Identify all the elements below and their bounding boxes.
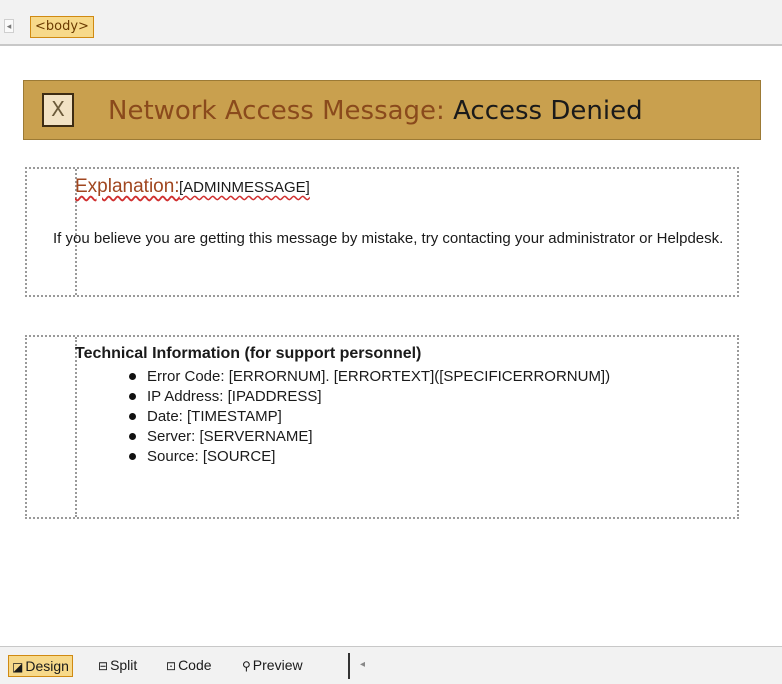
list-item: Error Code: [ERRORNUM]. [ERRORTEXT]([SPE… [127, 367, 610, 387]
tab-preview[interactable]: ⚲ Preview [242, 655, 303, 677]
scroll-left-icon[interactable]: ◂ [360, 659, 365, 670]
explanation-label: Explanation: [75, 176, 180, 197]
explanation-panel: Explanation: [ADMINMESSAGE] If you belie… [25, 167, 739, 297]
title-status: Access Denied [453, 96, 643, 126]
split-icon: ⊟ [98, 659, 109, 673]
close-icon: X [42, 93, 74, 127]
technical-info-panel: Technical Information (for support perso… [25, 335, 739, 519]
tab-design[interactable]: ◪ Design [8, 655, 73, 677]
view-tabs-bar: ◪ Design ⊟ Split ⊡ Code ⚲ Preview ◂ [0, 646, 782, 684]
divider [348, 653, 350, 679]
tab-code[interactable]: ⊡ Code [166, 655, 212, 677]
explanation-text: If you believe you are getting this mess… [53, 230, 724, 247]
tab-split-label: Split [110, 657, 138, 673]
list-item: Source: [SOURCE] [127, 447, 610, 467]
design-icon: ◪ [12, 660, 24, 674]
admin-message-placeholder: [ADMINMESSAGE] [179, 179, 310, 196]
list-item: IP Address: [IPADDRESS] [127, 387, 610, 407]
technical-info-list: Error Code: [ERRORNUM]. [ERRORTEXT]([SPE… [127, 367, 610, 467]
magnifier-icon: ⚲ [242, 659, 251, 673]
technical-info-title: Technical Information (for support perso… [75, 345, 422, 362]
page-title: Network Access Message: Access Denied [108, 95, 643, 127]
tab-design-label: Design [25, 658, 69, 674]
tab-preview-label: Preview [252, 657, 303, 673]
tab-split[interactable]: ⊟ Split [98, 655, 137, 677]
header-banner: X Network Access Message: Access Denied [23, 80, 761, 140]
list-item: Server: [SERVERNAME] [127, 427, 610, 447]
layout-guide [75, 337, 77, 517]
tag-selector-body[interactable]: <body> [30, 16, 94, 38]
title-lead: Network Access Message: [108, 96, 445, 126]
editor-top-bar: ◂ <body> [0, 0, 782, 46]
tab-code-label: Code [178, 657, 212, 673]
scroll-left-icon[interactable]: ◂ [4, 19, 14, 33]
list-item: Date: [TIMESTAMP] [127, 407, 610, 427]
code-icon: ⊡ [166, 659, 177, 673]
